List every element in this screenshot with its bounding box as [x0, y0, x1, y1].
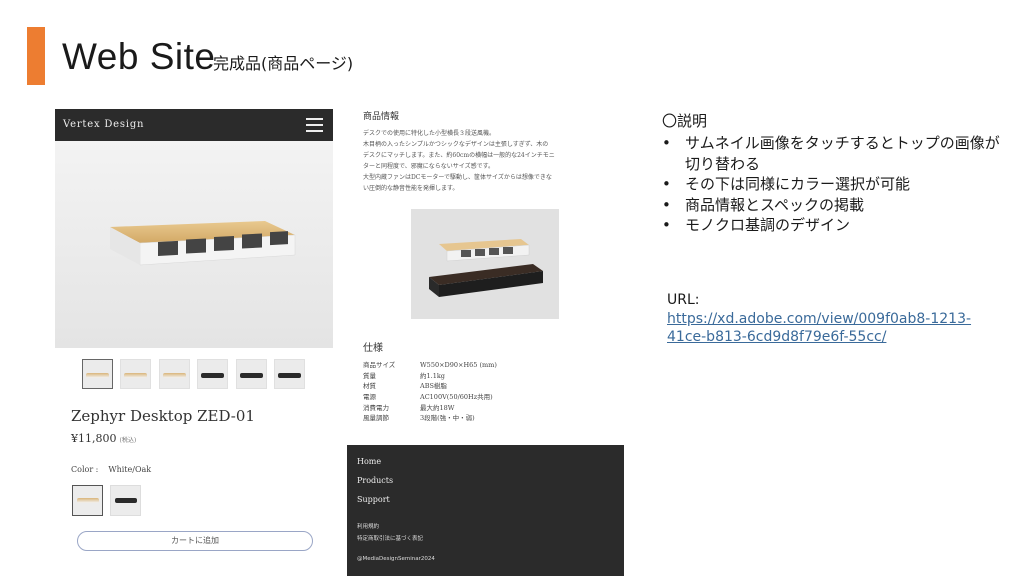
spec-row: 材質 ABS樹脂: [363, 380, 497, 391]
hamburger-menu-icon[interactable]: [306, 118, 323, 132]
thumbnail-5[interactable]: [236, 359, 267, 389]
spec-value: 3段階(強・中・弱): [420, 414, 475, 423]
spec-row: 質量 約1.1kg: [363, 370, 497, 381]
explanation-title: 〇説明: [662, 112, 708, 130]
spec-row: 消費電力 最大約18W: [363, 402, 497, 413]
product-price: ¥11,800 (税込): [71, 432, 136, 445]
slide-title: Web Site: [62, 36, 216, 77]
explanation-bullet: モノクロ基調のデザイン: [662, 215, 1012, 236]
explanation-bullet: サムネイル画像をタッチするとトップの画像が切り替わる: [662, 133, 1012, 174]
footer-link-home[interactable]: Home: [357, 457, 381, 466]
slide-subtitle: 完成品(商品ページ): [213, 54, 354, 73]
description-line: 大型内蔵ファンはDCモーターで駆動し、筐体サイズからは想像できな: [363, 174, 552, 181]
site-footer: Home Products Support 利用規約 特定商取引法に基づく表記 …: [347, 445, 624, 576]
price-value: ¥11,800: [71, 432, 117, 445]
thumbnail-2[interactable]: [120, 359, 151, 389]
color-selector-label: Color : White/Oak: [71, 465, 151, 474]
heater-pair-image: [429, 239, 543, 297]
footer-link-terms[interactable]: 利用規約: [357, 522, 379, 530]
spec-value: 約1.1kg: [420, 371, 445, 380]
explanation-bullet: その下は同様にカラー選択が可能: [662, 174, 1012, 195]
color-label: Color :: [71, 465, 99, 474]
heater-image: [110, 221, 296, 266]
explanation-block: 〇説明 サムネイル画像をタッチするとトップの画像が切り替わる その下は同様にカラ…: [662, 110, 1012, 236]
description-line: デスクでの使用に特化した小型横長３段送風機。: [363, 130, 496, 137]
spec-heading: 仕様: [363, 343, 383, 354]
add-to-cart-button[interactable]: カートに追加: [77, 531, 313, 551]
spec-value: W550×D90×H65 (mm): [420, 361, 497, 369]
spec-value: AC100V(50/60Hz共用): [420, 393, 493, 402]
spec-row: 風量調節 3段階(強・中・弱): [363, 412, 497, 423]
spec-value: 最大約18W: [420, 403, 455, 412]
site-header: Vertex Design: [55, 109, 333, 141]
info-heading: 商品情報: [363, 112, 400, 122]
spec-key: 商品サイズ: [363, 361, 396, 369]
product-info-page: 商品情報 デスクでの使用に特化した小型横長３段送風機。 木目柄の入ったシンプルか…: [347, 100, 624, 576]
tax-note: (税込): [119, 437, 137, 444]
mobile-product-page: Vertex Design Zephyr Desktop ZED-01 ¥11,…: [55, 109, 333, 557]
footer-link-support[interactable]: Support: [357, 495, 390, 504]
spec-row: 電源 AC100V(50/60Hz共用): [363, 391, 497, 402]
spec-value: ABS樹脂: [420, 382, 447, 391]
spec-key: 質量: [363, 371, 376, 380]
site-brand[interactable]: Vertex Design: [63, 119, 144, 130]
footer-link-products[interactable]: Products: [357, 476, 393, 485]
footer-link-legal-notice[interactable]: 特定商取引法に基づく表記: [357, 534, 423, 542]
color-swatch-black[interactable]: [110, 485, 141, 516]
spec-key: 材質: [363, 382, 376, 391]
product-pair-image: [411, 209, 559, 319]
color-swatch-white-oak[interactable]: [72, 485, 103, 516]
explanation-list: サムネイル画像をタッチするとトップの画像が切り替わる その下は同様にカラー選択が…: [662, 133, 1012, 236]
spec-key: 風量調節: [363, 414, 389, 423]
color-value: White/Oak: [108, 465, 152, 474]
product-description: デスクでの使用に特化した小型横長３段送風機。 木目柄の入ったシンプルかつシックな…: [363, 128, 613, 194]
product-hero-image: [55, 141, 333, 348]
description-line: い圧倒的な静音性能を発揮します。: [363, 185, 459, 192]
prototype-url-link[interactable]: https://xd.adobe.com/view/009f0ab8-1213-…: [667, 310, 987, 346]
description-line: デスクにマッチします。また、約60cmの横幅は一般的な24インチモニ: [363, 152, 555, 159]
description-line: 木目柄の入ったシンプルかつシックなデザインは主張しすぎず、木の: [363, 141, 549, 148]
thumbnail-4[interactable]: [197, 359, 228, 389]
url-label: URL:: [667, 292, 700, 308]
explanation-bullet: 商品情報とスペックの掲載: [662, 195, 1012, 216]
thumbnail-3[interactable]: [159, 359, 190, 389]
footer-copyright: @MediaDesignSeminar2024: [357, 556, 435, 562]
product-name: Zephyr Desktop ZED-01: [71, 407, 255, 425]
spec-row: 商品サイズ W550×D90×H65 (mm): [363, 359, 497, 370]
title-accent-bar: [27, 27, 45, 85]
thumbnail-1[interactable]: [82, 359, 113, 389]
description-line: ターと同程度で、邪魔にならないサイズ感です。: [363, 163, 494, 170]
spec-table: 商品サイズ W550×D90×H65 (mm) 質量 約1.1kg 材質 ABS樹脂 …: [363, 359, 497, 423]
thumbnail-6[interactable]: [274, 359, 305, 389]
spec-key: 消費電力: [363, 403, 389, 412]
spec-key: 電源: [363, 393, 376, 402]
